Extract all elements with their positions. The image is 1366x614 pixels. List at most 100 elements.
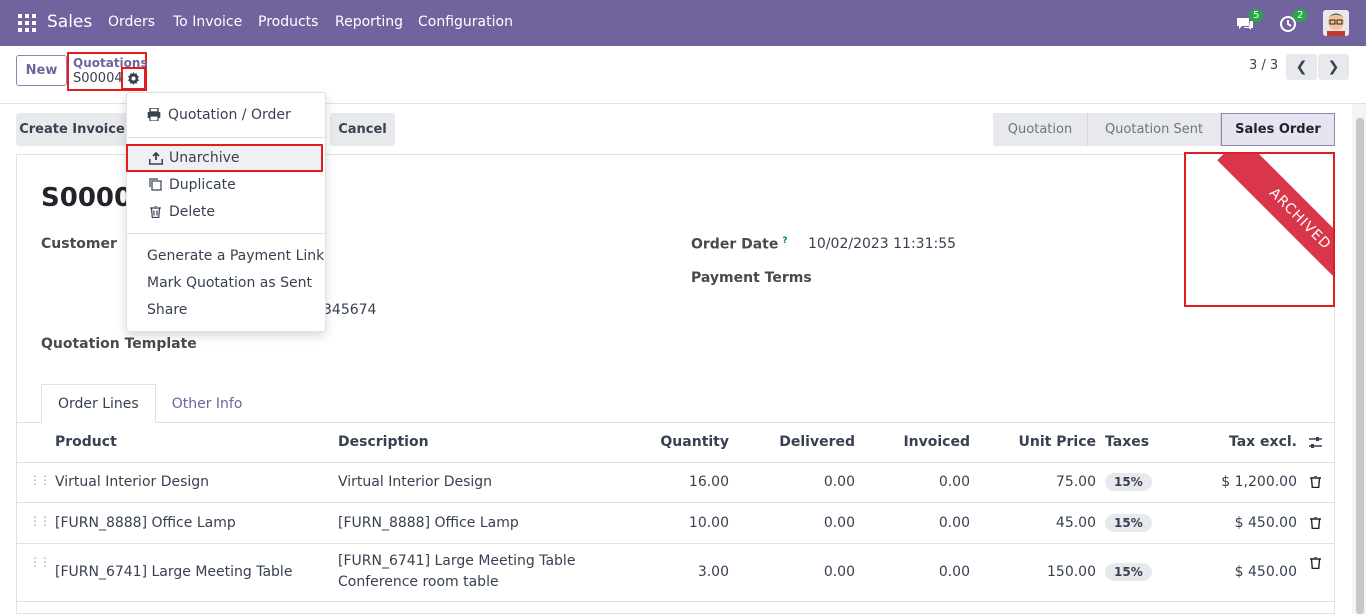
pager-value[interactable]: 3 / 3 bbox=[1249, 58, 1278, 73]
apps-menu-icon[interactable] bbox=[18, 14, 36, 32]
menu-item-quotation-order[interactable]: Quotation / Order bbox=[127, 101, 325, 128]
status-stages: Quotation Quotation Sent Sales Order bbox=[993, 113, 1335, 146]
cell-delivered[interactable]: 0.00 bbox=[824, 564, 855, 580]
menu-reporting[interactable]: Reporting bbox=[335, 14, 403, 30]
cell-description[interactable]: Virtual Interior Design bbox=[338, 474, 492, 490]
menu-products[interactable]: Products bbox=[258, 14, 318, 30]
cell-product[interactable]: [FURN_6741] Large Meeting Table bbox=[55, 564, 292, 580]
tax-badge[interactable]: 15% bbox=[1105, 473, 1152, 491]
create-invoice-button[interactable]: Create Invoice bbox=[16, 113, 128, 146]
new-button[interactable]: New bbox=[16, 55, 67, 86]
cell-unit-price[interactable]: 150.00 bbox=[1047, 564, 1096, 580]
menu-orders[interactable]: Orders bbox=[108, 14, 155, 30]
cell-unit-price[interactable]: 45.00 bbox=[1056, 515, 1096, 531]
tax-badge[interactable]: 15% bbox=[1105, 563, 1152, 581]
scrollbar-thumb[interactable] bbox=[1356, 118, 1364, 614]
pager-next-button[interactable]: ❯ bbox=[1318, 54, 1349, 80]
chevron-left-icon: ❮ bbox=[1295, 59, 1308, 75]
header-unit-price[interactable]: Unit Price bbox=[1019, 434, 1096, 450]
cell-product[interactable]: [FURN_8888] Office Lamp bbox=[55, 515, 236, 531]
menu-item-label: Generate a Payment Link bbox=[147, 247, 325, 264]
table-row[interactable]: ⋮⋮ [FURN_6741] Large Meeting Table [FURN… bbox=[17, 544, 1334, 602]
cell-subtotal: $ 1,200.00 bbox=[1221, 474, 1297, 490]
header-quantity[interactable]: Quantity bbox=[660, 434, 729, 450]
header-tax-excl[interactable]: Tax excl. bbox=[1229, 434, 1297, 450]
activity-button[interactable]: 2 bbox=[1279, 9, 1308, 35]
customer-phone: 345674 bbox=[323, 302, 377, 318]
gear-icon bbox=[128, 72, 139, 85]
trash-icon bbox=[150, 205, 161, 218]
menu-item-label: Delete bbox=[169, 203, 215, 220]
menu-item-label: Mark Quotation as Sent bbox=[147, 274, 312, 291]
table-header: Product Description Quantity Delivered I… bbox=[17, 423, 1334, 463]
top-navbar: Sales Orders To Invoice Products Reporti… bbox=[0, 0, 1366, 46]
header-delivered[interactable]: Delivered bbox=[779, 434, 855, 450]
cell-subtotal: $ 450.00 bbox=[1234, 515, 1297, 531]
app-name[interactable]: Sales bbox=[47, 12, 92, 32]
user-avatar[interactable] bbox=[1323, 10, 1349, 36]
menu-item-label: Duplicate bbox=[169, 176, 236, 193]
cell-description[interactable]: [FURN_6741] Large Meeting Table bbox=[338, 553, 575, 569]
cell-description[interactable]: [FURN_8888] Office Lamp bbox=[338, 515, 519, 531]
cell-delivered[interactable]: 0.00 bbox=[824, 515, 855, 531]
tax-badge[interactable]: 15% bbox=[1105, 514, 1152, 532]
stage-sales-order[interactable]: Sales Order bbox=[1221, 113, 1335, 146]
archived-ribbon: ARCHIVED bbox=[1217, 154, 1333, 302]
order-date-value[interactable]: 10/02/2023 11:31:55 bbox=[808, 236, 956, 252]
order-date-label: Order Date? bbox=[691, 236, 788, 253]
cell-quantity[interactable]: 10.00 bbox=[689, 515, 729, 531]
cell-invoiced[interactable]: 0.00 bbox=[939, 515, 970, 531]
cell-invoiced[interactable]: 0.00 bbox=[939, 564, 970, 580]
cell-invoiced[interactable]: 0.00 bbox=[939, 474, 970, 490]
chat-count-badge: 5 bbox=[1249, 9, 1264, 22]
menu-to-invoice[interactable]: To Invoice bbox=[173, 14, 242, 30]
header-taxes[interactable]: Taxes bbox=[1105, 434, 1149, 450]
tab-other-info[interactable]: Other Info bbox=[156, 384, 259, 423]
menu-divider bbox=[127, 137, 325, 138]
help-icon[interactable]: ? bbox=[782, 236, 787, 246]
cell-quantity[interactable]: 3.00 bbox=[698, 564, 729, 580]
table-row[interactable]: ⋮⋮ [FURN_8888] Office Lamp [FURN_8888] O… bbox=[17, 503, 1334, 544]
archived-ribbon-container: ARCHIVED bbox=[1184, 152, 1335, 307]
menu-item-unarchive[interactable]: Unarchive bbox=[126, 144, 323, 172]
customer-label: Customer bbox=[41, 236, 117, 252]
chevron-right-icon: ❯ bbox=[1327, 59, 1340, 75]
cell-quantity[interactable]: 16.00 bbox=[689, 474, 729, 490]
tab-order-lines[interactable]: Order Lines bbox=[41, 384, 156, 423]
cell-unit-price[interactable]: 75.00 bbox=[1056, 474, 1096, 490]
menu-item-label: Quotation / Order bbox=[168, 106, 291, 123]
menu-item-duplicate[interactable]: Duplicate bbox=[127, 171, 325, 198]
menu-configuration[interactable]: Configuration bbox=[418, 14, 513, 30]
drag-handle-icon[interactable]: ⋮⋮ bbox=[29, 473, 51, 487]
menu-item-mark-as-sent[interactable]: Mark Quotation as Sent bbox=[127, 269, 325, 296]
notebook-tabs: Order Lines Other Info bbox=[41, 384, 258, 423]
cell-delivered[interactable]: 0.00 bbox=[824, 474, 855, 490]
table-row[interactable]: ⋮⋮ Virtual Interior Design Virtual Inter… bbox=[17, 463, 1334, 503]
chat-button[interactable]: 5 bbox=[1235, 9, 1264, 35]
cell-description-line2[interactable]: Conference room table bbox=[338, 574, 499, 590]
menu-item-delete[interactable]: Delete bbox=[127, 198, 325, 225]
trash-icon[interactable] bbox=[1310, 557, 1321, 569]
stage-quotation-sent[interactable]: Quotation Sent bbox=[1088, 113, 1221, 146]
menu-item-generate-payment-link[interactable]: Generate a Payment Link bbox=[127, 242, 325, 269]
drag-handle-icon[interactable]: ⋮⋮ bbox=[29, 514, 51, 528]
print-icon bbox=[147, 108, 161, 121]
menu-item-label: Unarchive bbox=[169, 150, 240, 166]
menu-item-label: Share bbox=[147, 301, 188, 318]
breadcrumb-current: S00004 bbox=[73, 71, 123, 86]
trash-icon[interactable] bbox=[1310, 517, 1321, 529]
column-settings-icon[interactable] bbox=[1308, 435, 1323, 450]
menu-item-share[interactable]: Share bbox=[127, 296, 325, 323]
cancel-button[interactable]: Cancel bbox=[330, 113, 395, 146]
header-invoiced[interactable]: Invoiced bbox=[903, 434, 970, 450]
stage-quotation[interactable]: Quotation bbox=[993, 113, 1088, 146]
copy-icon bbox=[149, 178, 162, 191]
cell-subtotal: $ 450.00 bbox=[1234, 564, 1297, 580]
trash-icon[interactable] bbox=[1310, 476, 1321, 488]
header-product[interactable]: Product bbox=[55, 434, 117, 450]
drag-handle-icon[interactable]: ⋮⋮ bbox=[29, 555, 51, 569]
action-menu-toggle[interactable] bbox=[121, 67, 146, 90]
cell-product[interactable]: Virtual Interior Design bbox=[55, 474, 209, 490]
pager-previous-button[interactable]: ❮ bbox=[1286, 54, 1317, 80]
header-description[interactable]: Description bbox=[338, 434, 429, 450]
